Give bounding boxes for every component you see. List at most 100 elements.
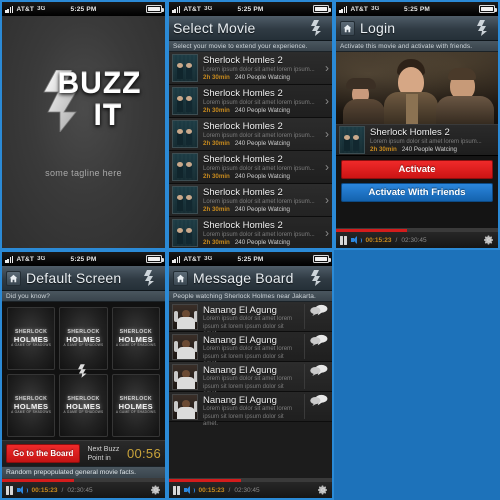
app-header: Message Board	[169, 266, 332, 291]
activate-button[interactable]: Activate	[341, 160, 493, 179]
splash-body: BUZZ IT some tagline here	[2, 16, 165, 248]
tagline-label: some tagline here	[45, 168, 122, 178]
movie-tile[interactable]: SHERLOCK HOLMES A GAME OF SHADOWS	[59, 374, 108, 437]
media-player-bar: 00:15:23 / 02:30:45	[2, 478, 165, 498]
movie-duration: 2h 30min	[203, 106, 230, 114]
movie-tile[interactable]: SHERLOCK HOLMES A GAME OF SHADOWS	[111, 307, 160, 370]
movie-list-item[interactable]: Sherlock Homles 2 Lorem ipsum dolor sit a…	[169, 52, 332, 85]
chat-bubble-icon[interactable]	[309, 364, 329, 376]
page-title: Default Screen	[26, 270, 122, 286]
message-author: Nanang El Agung	[203, 335, 277, 346]
movie-description: Lorem ipsum dolor sit amet lorem ipsum..…	[203, 99, 315, 106]
page-subtitle: Activate this movie and activate with fr…	[336, 41, 498, 52]
gear-icon[interactable]	[151, 485, 161, 495]
message-list: Nanang El Agung Lorem ipsum dolor sit ame…	[169, 302, 332, 427]
movie-list-item[interactable]: Sherlock Homles 2 Lorem ipsum dolor sit a…	[169, 85, 332, 118]
activate-with-friends-button[interactable]: Activate With Friends	[341, 183, 493, 202]
movie-tile[interactable]: SHERLOCK HOLMES A GAME OF SHADOWS	[7, 307, 56, 370]
gear-icon[interactable]	[318, 485, 328, 495]
home-button[interactable]	[6, 270, 21, 286]
playback-progress-bar[interactable]	[169, 479, 332, 482]
movie-description: Lorem ipsum dolor sit amet lorem ipsum..…	[370, 138, 482, 145]
movie-list-item[interactable]: Sherlock Homles 2 Lorem ipsum dolor sit a…	[169, 217, 332, 248]
character-left	[342, 74, 386, 124]
movie-list-scroll[interactable]: Sherlock Homles 2 Lorem ipsum dolor sit a…	[169, 52, 332, 248]
app-header: Select Movie	[169, 16, 332, 41]
message-list-scroll[interactable]: Nanang El Agung Lorem ipsum dolor sit ame…	[169, 302, 332, 478]
movie-description: Lorem ipsum dolor sit amet lorem ipsum..…	[203, 165, 315, 172]
message-author: Nanang El Agung	[203, 365, 277, 376]
movie-tile[interactable]: SHERLOCK HOLMES A GAME OF SHADOWS	[111, 374, 160, 437]
volume-icon[interactable]	[350, 235, 362, 245]
chevron-right-icon[interactable]: ›	[325, 95, 329, 107]
chevron-right-icon[interactable]: ›	[325, 161, 329, 173]
chevron-right-icon[interactable]: ›	[325, 128, 329, 140]
tile-line-3: A GAME OF SHADOWS	[11, 343, 52, 347]
movie-poster-thumbnail	[172, 186, 198, 214]
current-time-label: 00:15:23	[198, 486, 225, 494]
board-action-bar: Go to the Board Next Buzz Point in 00:56	[2, 440, 165, 466]
next-buzz-line2: Point in	[87, 454, 111, 462]
tile-line-3: A GAME OF SHADOWS	[115, 343, 156, 347]
movie-tile[interactable]: SHERLOCK HOLMES A GAME OF SHADOWS	[7, 374, 56, 437]
tile-line-3: A GAME OF SHADOWS	[63, 343, 104, 347]
movie-list-item[interactable]: Sherlock Homles 2 Lorem ipsum dolor sit a…	[169, 184, 332, 217]
chat-bubble-icon[interactable]	[309, 304, 329, 316]
network-label: 3G	[37, 6, 46, 12]
home-icon	[176, 274, 185, 282]
message-author: Nanang El Agung	[203, 395, 277, 406]
movie-title: Sherlock Homles 2	[203, 54, 283, 66]
carrier-label: AT&T	[350, 5, 369, 13]
pause-icon[interactable]	[6, 485, 13, 495]
gear-icon[interactable]	[484, 235, 494, 245]
chevron-right-icon[interactable]: ›	[325, 62, 329, 74]
battery-icon	[313, 5, 331, 13]
movie-title: Sherlock Homles 2	[370, 126, 450, 138]
network-label: 3G	[204, 256, 213, 262]
page-title: Select Movie	[173, 20, 256, 36]
logo-line-1: BUZZ	[57, 66, 142, 99]
movie-fact-bar: Random prepopulated general movie facts.	[2, 466, 165, 478]
volume-icon[interactable]	[183, 485, 195, 495]
hero-characters	[336, 52, 498, 124]
signal-bars-icon	[5, 255, 14, 263]
volume-icon[interactable]	[16, 485, 28, 495]
go-to-board-button[interactable]: Go to the Board	[6, 444, 81, 463]
playback-progress-bar[interactable]	[2, 479, 165, 482]
divider	[304, 334, 305, 359]
chevron-right-icon[interactable]: ›	[325, 194, 329, 206]
movie-title: Sherlock Homles 2	[203, 186, 283, 198]
home-button[interactable]	[340, 20, 355, 36]
movie-list-item[interactable]: Sherlock Homles 2 Lorem ipsum dolor sit a…	[169, 118, 332, 151]
movie-watchers: 240 People Watcing	[234, 106, 290, 114]
movie-watchers: 240 People Watcing	[234, 73, 290, 81]
playback-progress-bar[interactable]	[336, 229, 498, 232]
movie-list-item[interactable]: Sherlock Homles 2 Lorem ipsum dolor sit a…	[169, 151, 332, 184]
chat-bubble-icon[interactable]	[309, 394, 329, 406]
message-list-item[interactable]: Nanang El Agung Lorem ipsum dolor sit ame…	[169, 362, 332, 397]
movie-meta: 2h 30min 240 People Watcing	[203, 74, 321, 82]
lightning-bolt-icon	[477, 20, 487, 36]
movie-poster-thumbnail	[172, 87, 198, 115]
chat-bubble-icon[interactable]	[309, 334, 329, 346]
buzz-it-logo: BUZZ IT	[20, 66, 148, 134]
home-button[interactable]	[173, 270, 188, 286]
pause-icon[interactable]	[340, 235, 347, 245]
chevron-right-icon[interactable]: ›	[325, 227, 329, 239]
phone-default-screen: AT&T 3G 5:25 PM Default Screen Did you k…	[0, 250, 167, 500]
movie-tile[interactable]: SHERLOCK HOLMES A GAME OF SHADOWS	[59, 307, 108, 370]
movie-watchers: 240 People Watcing	[234, 172, 290, 180]
message-list-item[interactable]: Nanang El Agung Lorem ipsum dolor sit ame…	[169, 332, 332, 367]
current-time-label: 00:15:23	[365, 236, 392, 244]
time-separator: /	[61, 486, 64, 494]
tile-line-2: HOLMES	[118, 401, 154, 411]
pause-icon[interactable]	[173, 485, 180, 495]
message-list-item[interactable]: Nanang El Agung Lorem ipsum dolor sit ame…	[169, 392, 332, 427]
message-list-item[interactable]: Nanang El Agung Lorem ipsum dolor sit ame…	[169, 302, 332, 337]
divider	[304, 304, 305, 329]
network-label: 3G	[37, 256, 46, 262]
movie-poster-thumbnail	[172, 219, 198, 247]
movie-poster-thumbnail	[172, 120, 198, 148]
status-bar: AT&T 3G 5:25 PM	[169, 2, 332, 16]
logo-text: BUZZ IT	[20, 66, 148, 134]
